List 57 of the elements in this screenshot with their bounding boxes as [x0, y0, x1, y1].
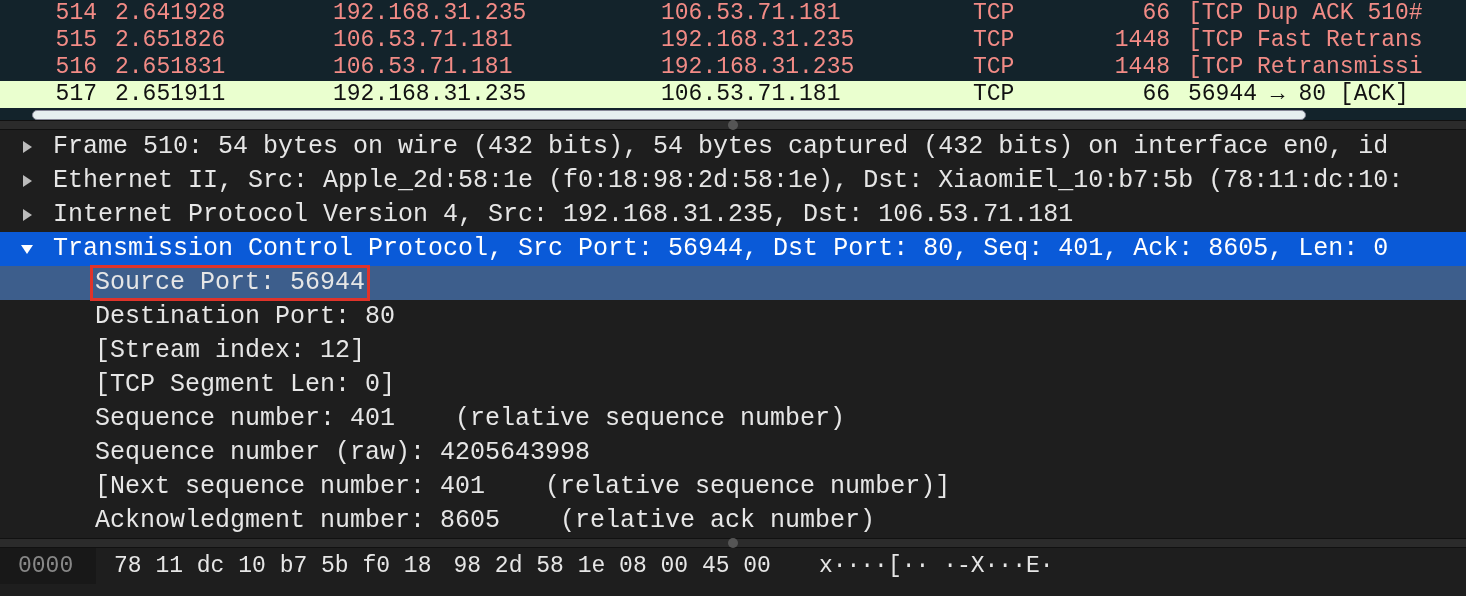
packet-destination: 192.168.31.235 [660, 54, 856, 81]
packet-time: 2.651831 [114, 54, 227, 81]
packet-protocol: TCP [972, 0, 1016, 27]
packet-protocol: TCP [972, 27, 1016, 54]
field-text: [TCP Segment Len: 0] [94, 369, 397, 401]
tree-child-row[interactable]: Sequence number (raw): 4205643998 [0, 436, 1466, 470]
field-text: Sequence number (raw): 4205643998 [94, 437, 592, 469]
hex-bytes: 98 2d 58 1e 08 00 45 00 [453, 553, 771, 579]
tree-child-row[interactable]: [Stream index: 12] [0, 334, 1466, 368]
packet-info: [TCP Dup ACK 510# [1187, 0, 1424, 27]
packet-info: [TCP Fast Retrans [1187, 27, 1424, 54]
tree-child-row[interactable]: Destination Port: 80 [0, 300, 1466, 334]
tree-child-row[interactable]: Sequence number: 401 (relative sequence number) [0, 402, 1466, 436]
packet-length: 1448 [1113, 54, 1170, 81]
packet-info: [TCP Retransmissi [1187, 54, 1424, 81]
splitter-handle[interactable] [728, 538, 738, 548]
packet-source: 192.168.31.235 [332, 81, 528, 108]
tree-child-row[interactable]: Source Port: 56944 [0, 266, 1466, 300]
packet-time: 2.651826 [114, 27, 227, 54]
tree-child-row[interactable]: [TCP Segment Len: 0] [0, 368, 1466, 402]
packet-source: 106.53.71.181 [332, 27, 514, 54]
packet-row[interactable]: 517 2.651911 192.168.31.235 106.53.71.181 TCP 66 56944 → 80 [ACK] [0, 81, 1466, 108]
tree-item[interactable]: Ethernet II, Src: Apple_2d:58:1e (f0:18:98:2d:58:1e), Dst: XiaomiEl_10:b7:5b (78:11:dc:10: [0, 164, 1466, 198]
packet-number: 515 [54, 27, 97, 54]
packet-length: 66 [1141, 81, 1170, 108]
packet-destination: 106.53.71.181 [660, 81, 842, 108]
tree-item[interactable]: Transmission Control Protocol, Src Port: 56944, Dst Port: 80, Seq: 401, Ack: 8605, Len: 0 [0, 232, 1466, 266]
field-text: [Stream index: 12] [94, 335, 367, 367]
packet-protocol: TCP [972, 54, 1016, 81]
horizontal-scrollbar[interactable] [32, 110, 1306, 120]
packet-number: 514 [54, 0, 97, 27]
field-text: Acknowledgment number: 8605 (relative ack number) [94, 505, 877, 537]
packet-destination: 106.53.71.181 [660, 0, 842, 27]
packet-time: 2.651911 [114, 81, 227, 108]
tree-child-row[interactable]: Acknowledgment number: 8605 (relative ack number) [0, 504, 1466, 538]
byte-offset: 0000 [0, 548, 96, 584]
tree-child-row[interactable]: [Next sequence number: 401 (relative sequence number)] [0, 470, 1466, 504]
packet-number: 516 [54, 54, 97, 81]
packet-time: 2.641928 [114, 0, 227, 27]
field-text: Source Port: 56944 [90, 265, 371, 301]
hex-bytes: 78 11 dc 10 b7 5b f0 18 [114, 553, 432, 579]
packet-source: 192.168.31.235 [332, 0, 528, 27]
field-text: Sequence number: 401 (relative sequence number) [94, 403, 847, 435]
packet-protocol: TCP [972, 81, 1016, 108]
splitter-handle[interactable] [728, 120, 738, 130]
packet-destination: 192.168.31.235 [660, 27, 856, 54]
packet-length: 66 [1141, 0, 1170, 27]
ascii-bytes: x····[·· ·-X···E· [818, 553, 1054, 579]
packet-number: 517 [54, 81, 97, 108]
packet-length: 1448 [1113, 27, 1170, 54]
tree-item[interactable]: Internet Protocol Version 4, Src: 192.168.31.235, Dst: 106.53.71.181 [0, 198, 1466, 232]
field-text: [Next sequence number: 401 (relative sequence number)] [94, 471, 952, 503]
packet-info: 56944 → 80 [ACK] [1187, 81, 1410, 108]
tree-item[interactable]: Frame 510: 54 bytes on wire (432 bits), 54 bytes captured (432 bits) on interface en0, id [0, 130, 1466, 164]
field-text: Destination Port: 80 [94, 301, 397, 333]
packet-source: 106.53.71.181 [332, 54, 514, 81]
collapse-arrow-icon[interactable] [19, 242, 34, 256]
